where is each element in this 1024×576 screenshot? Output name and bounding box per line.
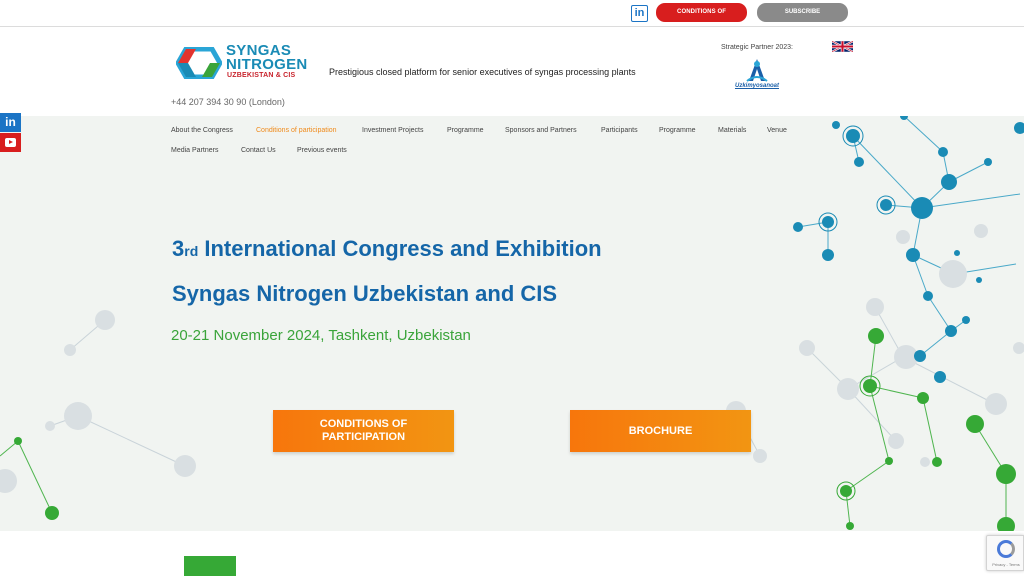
cta-conditions-line2: PARTICIPATION — [321, 431, 406, 443]
brochure-button[interactable]: BROCHURE — [570, 410, 751, 452]
nav-item-investment-projects[interactable]: Investment Projects — [362, 127, 423, 134]
subscribe-button[interactable]: SUBSCRIBE — [757, 3, 848, 22]
linkedin-icon[interactable]: in — [631, 5, 648, 22]
nav-item-media-partners[interactable]: Media Partners — [171, 147, 218, 154]
hero-title-number: 3 — [172, 236, 185, 261]
green-section-block — [184, 556, 236, 576]
partner-name: Uzkimyosanoat — [734, 83, 779, 89]
logo-text-nitrogen: NITROGEN — [226, 56, 308, 73]
hero-title-suffix: rd — [184, 243, 199, 259]
top-bar: in CONDITIONS OF PARTICIPATION SUBSCRIBE — [0, 0, 1024, 34]
header-tagline: Prestigious closed platform for senior e… — [329, 67, 636, 77]
recaptcha-text[interactable]: Privacy - Terms — [988, 562, 1024, 567]
recaptcha-badge[interactable]: Privacy - Terms — [986, 535, 1024, 571]
phone-number[interactable]: +44 207 394 30 90 (London) — [171, 97, 285, 107]
logo-text-region: UZBEKISTAN & CIS — [227, 72, 296, 79]
youtube-icon[interactable] — [0, 133, 21, 152]
conditions-of-participation-top-button[interactable]: CONDITIONS OF PARTICIPATION — [656, 3, 747, 34]
partner-logo[interactable]: Uzkimyosanoat — [729, 57, 785, 93]
cta-conditions-line1: CONDITIONS OF — [319, 418, 408, 430]
nav-item-conditions[interactable]: Conditions of participation — [256, 127, 337, 134]
partner-emblem-icon — [746, 59, 768, 82]
nav-item-sponsors[interactable]: Sponsors and Partners — [505, 127, 577, 134]
molecule-network-background — [0, 116, 1024, 531]
hero-subtitle: Syngas Nitrogen Uzbekistan and CIS — [172, 281, 558, 306]
nav-item-materials[interactable]: Materials — [718, 127, 746, 134]
page: in CONDITIONS OF PARTICIPATION SUBSCRIBE… — [0, 0, 1024, 576]
event-date: 20-21 November 2024, Tashkent, Uzbekista… — [171, 327, 471, 344]
nav-item-previous-events[interactable]: Previous events — [297, 147, 347, 154]
conditions-of-participation-button[interactable]: CONDITIONS OF PARTICIPATION — [273, 410, 454, 452]
nav-item-contact-us[interactable]: Contact Us — [241, 147, 276, 154]
nav-item-programme[interactable]: Programme — [447, 127, 484, 134]
site-logo[interactable]: SYNGAS NITROGEN UZBEKISTAN & CIS — [176, 43, 311, 83]
logo-gem-icon — [176, 47, 222, 79]
nav-item-participants[interactable]: Participants — [601, 127, 638, 134]
strategic-partner-label: Strategic Partner 2023: — [721, 44, 793, 51]
nav-item-venue[interactable]: Venue — [767, 127, 787, 134]
hero-section — [0, 116, 1024, 531]
linkedin-side-icon[interactable]: in — [0, 113, 21, 132]
nav-item-about[interactable]: About the Congress — [171, 127, 233, 134]
hero-title-text: International Congress and Exhibition — [198, 236, 602, 261]
uk-flag-icon[interactable] — [832, 41, 853, 52]
hero-title: 3rd International Congress and Exhibitio… — [172, 236, 602, 262]
recaptcha-icon — [997, 540, 1015, 558]
nav-item-programme-2[interactable]: Programme — [659, 127, 696, 134]
